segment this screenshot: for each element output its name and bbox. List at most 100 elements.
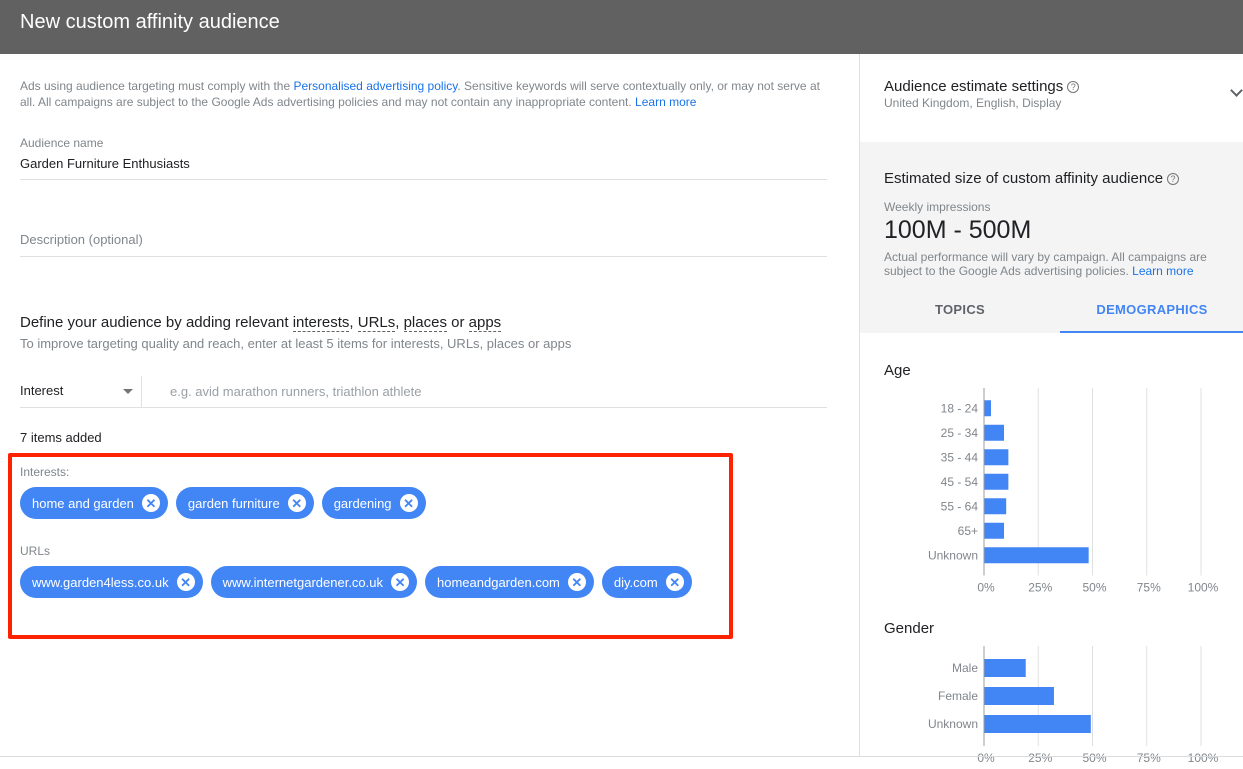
bar [984,498,1007,515]
remove-chip-icon[interactable]: ✕ [141,494,160,512]
estimate-settings-title: Audience estimate settings? [884,78,1080,95]
description-input[interactable]: Description (optional) [20,232,827,256]
urls-label: URLs [20,544,51,558]
url-chip[interactable]: www.internetgardener.co.uk ✕ [210,566,418,598]
settings-title-text: Audience estimate settings [884,78,1064,95]
url-chip[interactable]: diy.com ✕ [601,566,692,598]
x-tick-label: 100% [1188,751,1219,764]
add-item-input[interactable] [170,376,810,407]
weekly-impressions-value: 100M - 500M [884,216,1032,244]
remove-chip-icon[interactable]: ✕ [399,494,418,512]
term-urls[interactable]: URLs [357,314,396,332]
url-chip[interactable]: www.garden4less.co.uk ✕ [20,566,203,598]
category-label: 18 - 24 [941,401,979,415]
sep: , [349,314,358,331]
chip-label: diy.com [613,574,658,590]
bar [984,522,1005,539]
item-type-dropdown[interactable]: Interest [20,376,141,407]
weekly-impressions-label: Weekly impressions [884,200,991,214]
policy-notice: Ads using audience targeting must comply… [20,78,830,110]
category-label: 35 - 44 [941,450,979,464]
x-tick-label: 100% [1188,581,1219,595]
personalised-advertising-policy-link[interactable]: Personalised advertising policy [293,79,457,93]
chevron-down-icon[interactable] [1230,84,1243,97]
sep: , [395,314,404,331]
estimate-card: Estimated size of custom affinity audien… [860,142,1243,333]
term-interests[interactable]: interests [292,314,350,332]
age-chart-title: Age [884,362,911,379]
url-chips: www.garden4less.co.uk ✕ www.internetgarde… [20,566,692,598]
tab-demographics[interactable]: DEMOGRAPHICS [1060,290,1243,333]
gender-chart-title: Gender [884,620,935,637]
chip-label: www.internetgardener.co.uk [222,574,384,590]
audience-name-label: Audience name [20,136,104,150]
category-label: Male [952,661,978,675]
url-chip[interactable]: homeandgarden.com ✕ [425,566,594,598]
estimate-settings-summary: United Kingdom, English, Display [884,96,1062,110]
define-audience-subtitle: To improve targeting quality and reach, … [20,336,572,351]
category-label: 65+ [958,524,978,538]
help-icon[interactable]: ? [1167,173,1180,185]
remove-chip-icon[interactable]: ✕ [665,573,684,591]
highlight-annotation-box [8,453,733,639]
chip-label: homeandgarden.com [437,574,560,590]
chart-svg: 0% 25% 50% 75% 100% 18 - 24 25 - 34 35 - 44 45 -… [928,388,1219,595]
x-tick-label: 0% [977,751,995,764]
policy-text: Ads using audience targeting must comply… [20,79,294,93]
learn-more-link[interactable]: Learn more [635,95,696,109]
interest-chip[interactable]: home and garden ✕ [20,487,168,519]
bar [984,473,1009,490]
help-icon[interactable]: ? [1067,81,1080,93]
remove-chip-icon[interactable]: ✕ [176,573,195,591]
audience-form: Ads using audience targeting must comply… [0,54,859,756]
dropdown-caret-icon [123,389,133,394]
interests-label: Interests: [20,465,70,479]
x-tick-label: 50% [1082,751,1106,764]
bar [984,424,1005,441]
bar [984,687,1054,705]
category-label: 45 - 54 [941,475,979,489]
bar [984,400,992,417]
divider [141,376,142,407]
interests-chips: home and garden ✕ garden furniture ✕ garde… [20,487,426,519]
item-type-value: Interest [20,383,64,398]
estimate-title-text: Estimated size of custom affinity audien… [884,170,1164,187]
remove-chip-icon[interactable]: ✕ [287,494,306,512]
x-tick-label: 25% [1028,751,1052,764]
chip-label: gardening [333,495,392,511]
remove-chip-icon[interactable]: ✕ [391,573,410,591]
remove-chip-icon[interactable]: ✕ [567,573,586,591]
audience-estimate-panel: Audience estimate settings? United Kingd… [859,54,1243,765]
chip-label: www.garden4less.co.uk [32,574,169,590]
estimate-note: Actual performance will vary by campaign… [884,250,1224,278]
category-label: 55 - 64 [941,499,979,513]
learn-more-link[interactable]: Learn more [1132,264,1193,278]
category-label: Unknown [928,717,978,731]
description-field[interactable]: Description (optional) [20,232,827,257]
estimate-title: Estimated size of custom affinity audien… [884,170,1180,187]
category-label: Unknown [928,548,978,562]
category-label: Female [938,689,978,703]
x-tick-label: 0% [977,581,995,595]
term-places[interactable]: places [403,314,447,332]
bar [984,715,1091,733]
define-text: Define your audience by adding relevant [20,314,293,331]
define-audience-heading: Define your audience by adding relevant … [20,314,502,332]
term-apps[interactable]: apps [468,314,502,332]
page-title: New custom affinity audience [20,11,280,33]
audience-name-field[interactable]: Audience name Garden Furniture Enthusias… [20,136,827,180]
footer-divider [0,756,1243,757]
category-label: 25 - 34 [941,426,979,440]
x-tick-label: 25% [1028,581,1052,595]
audience-name-input[interactable]: Garden Furniture Enthusiasts [20,156,827,179]
tab-topics[interactable]: TOPICS [860,290,1060,333]
interest-chip[interactable]: gardening ✕ [321,487,426,519]
chart-svg: 0% 25% 50% 75% 100% Male Female Unknown [928,646,1219,765]
chip-label: garden furniture [187,495,280,511]
items-added-count: 7 items added [20,430,102,445]
x-tick-label: 75% [1137,751,1161,764]
x-tick-label: 50% [1082,581,1106,595]
bar [984,449,1009,466]
interest-chip[interactable]: garden furniture ✕ [175,487,314,519]
bar [984,659,1026,677]
